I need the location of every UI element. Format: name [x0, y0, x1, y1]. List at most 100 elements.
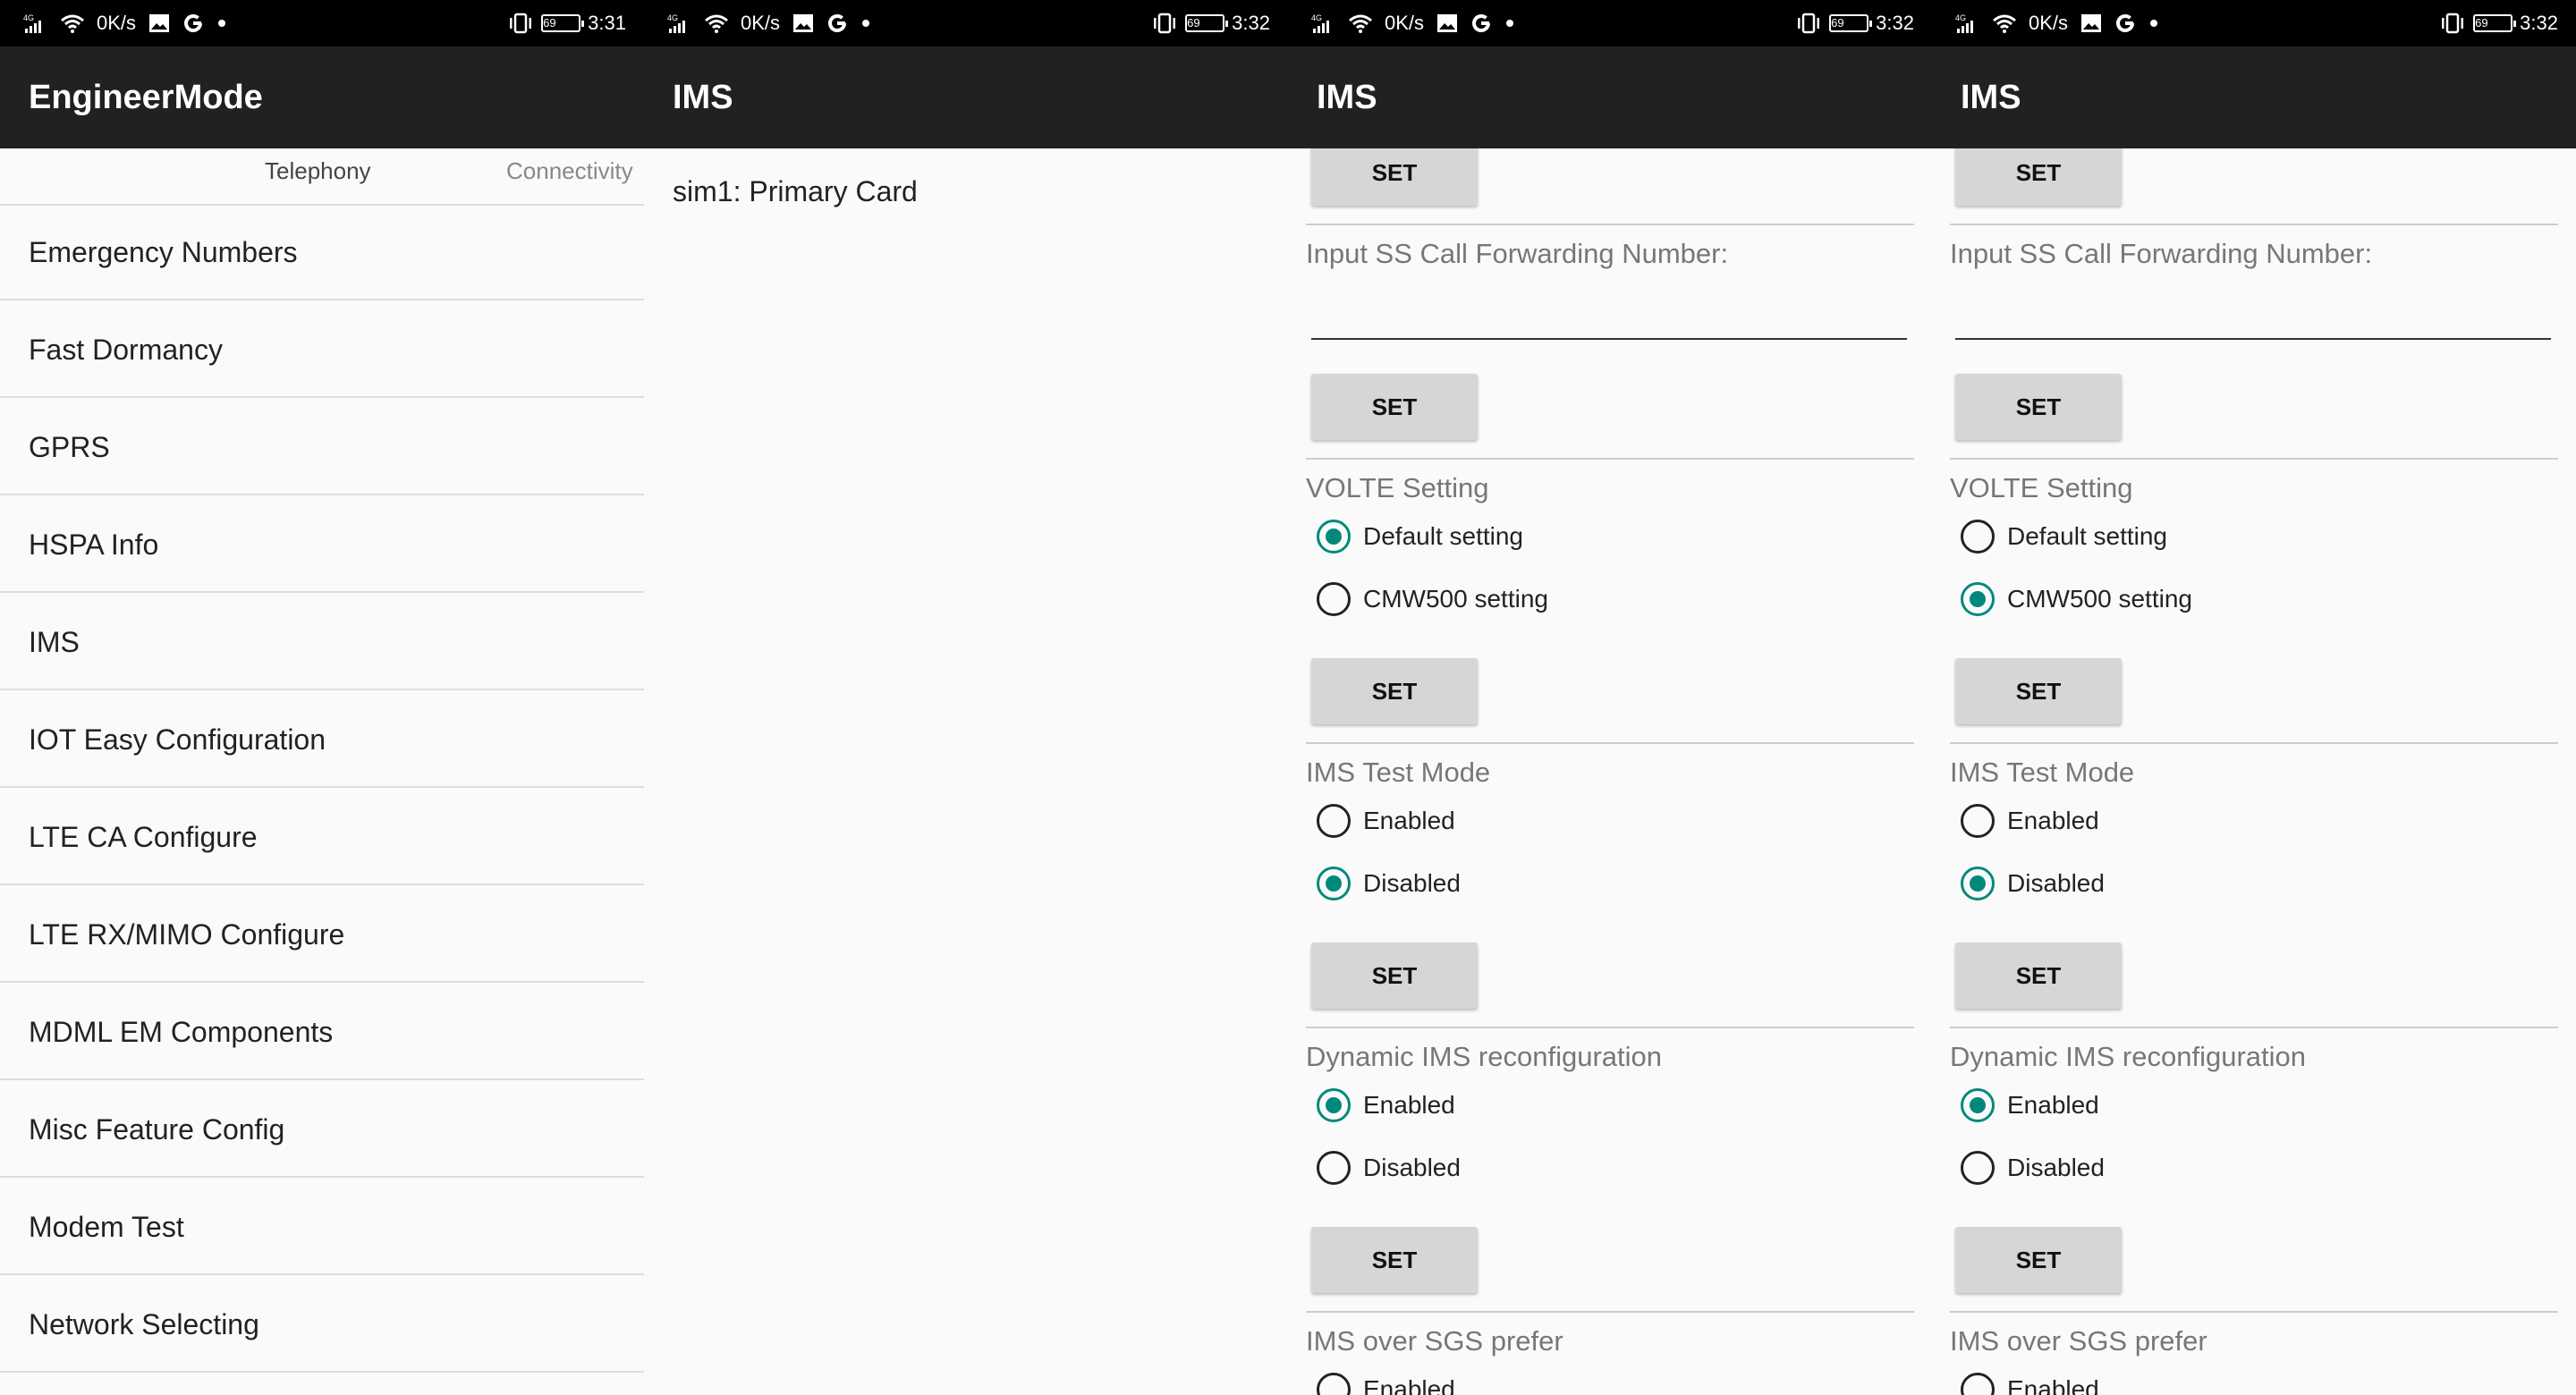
app-title: IMS [1288, 46, 1932, 148]
list-item-fast-dormancy[interactable]: Fast Dormancy [0, 301, 644, 398]
divider [1306, 742, 1914, 744]
ims-over-sgs-option-enabled[interactable]: Enabled [1961, 1370, 2099, 1395]
vibrate-icon [1151, 13, 1178, 34]
signal-4g-icon: 4G [23, 13, 48, 34]
volte-setting-label: VOLTE Setting [1950, 472, 2133, 503]
list-item-network-selecting[interactable]: Network Selecting [0, 1276, 644, 1373]
forwarding-number-input[interactable] [1955, 338, 2551, 340]
dot-icon [216, 18, 227, 29]
divider [1306, 224, 1914, 225]
radio-button-icon[interactable] [1961, 1088, 1995, 1122]
network-speed: 0K/s [741, 12, 781, 34]
radio-button-icon[interactable] [1961, 1151, 1995, 1185]
set-dynamic-button[interactable]: SET [1955, 1227, 2122, 1293]
forwarding-number-label: Input SS Call Forwarding Number: [1950, 238, 2373, 269]
radio-button-icon[interactable] [1961, 520, 1995, 554]
list-item-emergency-numbers[interactable]: Emergency Numbers [0, 204, 644, 300]
set-volte-button[interactable]: SET [1955, 658, 2122, 724]
google-icon [182, 13, 204, 34]
divider [1950, 742, 2558, 744]
radio-button-icon[interactable] [1317, 867, 1351, 900]
radio-button-icon[interactable] [1317, 1373, 1351, 1395]
app-title: EngineerMode [0, 46, 644, 148]
volte-setting-option-cmw500-setting[interactable]: CMW500 setting [1317, 579, 1548, 619]
volte-setting-option-default-setting[interactable]: Default setting [1961, 517, 2167, 556]
radio-button-icon[interactable] [1961, 867, 1995, 900]
list-item-modem-test[interactable]: Modem Test [0, 1179, 644, 1275]
ims-test-mode-label: IMS Test Mode [1950, 757, 2135, 788]
signal-4g-icon: 4G [667, 13, 692, 34]
status-bar-right: 69 3:32 [1795, 11, 1914, 36]
ims-test-mode-option-disabled[interactable]: Disabled [1961, 864, 2105, 903]
status-bar: 4G 0K/s 69 3:31 [0, 0, 644, 46]
status-bar: 4G 0K/s 69 3:32 [1932, 0, 2576, 46]
radio-button-icon[interactable] [1317, 1088, 1351, 1122]
radio-label: Disabled [2007, 869, 2105, 897]
radio-button-icon[interactable] [1961, 804, 1995, 838]
volte-setting-option-cmw500-setting[interactable]: CMW500 setting [1961, 579, 2192, 619]
list-item-lte-rx-mimo-configure[interactable]: LTE RX/MIMO Configure [0, 886, 644, 983]
set-volte-button[interactable]: SET [1311, 658, 1478, 724]
vibrate-icon [1795, 13, 1822, 34]
clock: 3:32 [1232, 12, 1270, 34]
forwarding-number-input[interactable] [1311, 338, 1907, 340]
ims-settings-content: SET Input SS Call Forwarding Number: SET VO… [1288, 148, 1932, 1395]
radio-label: Enabled [2007, 1091, 2099, 1119]
divider [1950, 458, 2558, 460]
set-test-mode-button[interactable]: SET [1311, 943, 1478, 1009]
status-bar: 4G 0K/s 69 3:32 [644, 0, 1288, 46]
status-bar-left: 4G 0K/s [23, 11, 240, 36]
list-item-misc-feature-config[interactable]: Misc Feature Config [0, 1081, 644, 1178]
set-forwarding-button[interactable]: SET [1311, 374, 1478, 440]
radio-button-icon[interactable] [1317, 1151, 1351, 1185]
radio-button-icon[interactable] [1317, 582, 1351, 616]
google-icon [2114, 13, 2136, 34]
radio-label: Default setting [2007, 522, 2167, 550]
set-button[interactable]: SET [1311, 148, 1478, 206]
vibrate-icon [507, 13, 534, 34]
tab-connectivity[interactable]: Connectivity [506, 157, 633, 185]
dynamic-ims-option-enabled[interactable]: Enabled [1317, 1086, 1455, 1125]
set-test-mode-button[interactable]: SET [1955, 943, 2122, 1009]
dynamic-ims-option-enabled[interactable]: Enabled [1961, 1086, 2099, 1125]
ims-test-mode-option-disabled[interactable]: Disabled [1317, 864, 1461, 903]
sim-card-item[interactable]: sim1: Primary Card [673, 175, 918, 208]
radio-button-icon[interactable] [1961, 1373, 1995, 1395]
radio-button-icon[interactable] [1317, 804, 1351, 838]
signal-4g-icon: 4G [1955, 13, 1980, 34]
status-bar-right: 69 3:32 [2439, 11, 2558, 36]
set-button[interactable]: SET [1955, 148, 2122, 206]
ims-test-mode-label: IMS Test Mode [1306, 757, 1491, 788]
google-icon [826, 13, 848, 34]
list-item-mdml-em-components[interactable]: MDML EM Components [0, 984, 644, 1080]
ims-test-mode-option-enabled[interactable]: Enabled [1317, 801, 1455, 841]
signal-4g-icon: 4G [1311, 13, 1336, 34]
clock: 3:32 [1876, 12, 1914, 34]
status-bar: 4G 0K/s 69 3:32 [1288, 0, 1932, 46]
battery-icon: 69 [2473, 14, 2517, 32]
volte-setting-option-default-setting[interactable]: Default setting [1317, 517, 1523, 556]
tab-telephony[interactable]: Telephony [265, 157, 371, 185]
ims-test-mode-option-enabled[interactable]: Enabled [1961, 801, 2099, 841]
ims-over-sgs-option-enabled[interactable]: Enabled [1317, 1370, 1455, 1395]
radio-label: Enabled [2007, 1375, 2099, 1395]
list-item-gprs[interactable]: GPRS [0, 399, 644, 495]
radio-button-icon[interactable] [1961, 582, 1995, 616]
panel-engineer-mode: 4G 0K/s 69 3:31 EngineerMode Telephony Connect… [0, 0, 644, 1395]
svg-text:4G: 4G [1311, 13, 1322, 22]
google-icon [1470, 13, 1492, 34]
dynamic-ims-option-disabled[interactable]: Disabled [1961, 1148, 2105, 1188]
divider [1950, 1311, 2558, 1313]
radio-label: CMW500 setting [1363, 585, 1548, 613]
list-item-lte-ca-configure[interactable]: LTE CA Configure [0, 789, 644, 885]
list-item-iot-easy-configuration[interactable]: IOT Easy Configuration [0, 691, 644, 788]
dot-icon [2148, 18, 2159, 29]
dynamic-ims-option-disabled[interactable]: Disabled [1317, 1148, 1461, 1188]
list-item-hspa-info[interactable]: HSPA Info [0, 496, 644, 593]
engineer-mode-list: Telephony Connectivity Emergency Numbers Fa… [0, 148, 644, 1395]
set-dynamic-button[interactable]: SET [1311, 1227, 1478, 1293]
list-item-ims[interactable]: IMS [0, 594, 644, 690]
radio-button-icon[interactable] [1317, 520, 1351, 554]
radio-label: Enabled [1363, 807, 1455, 834]
set-forwarding-button[interactable]: SET [1955, 374, 2122, 440]
